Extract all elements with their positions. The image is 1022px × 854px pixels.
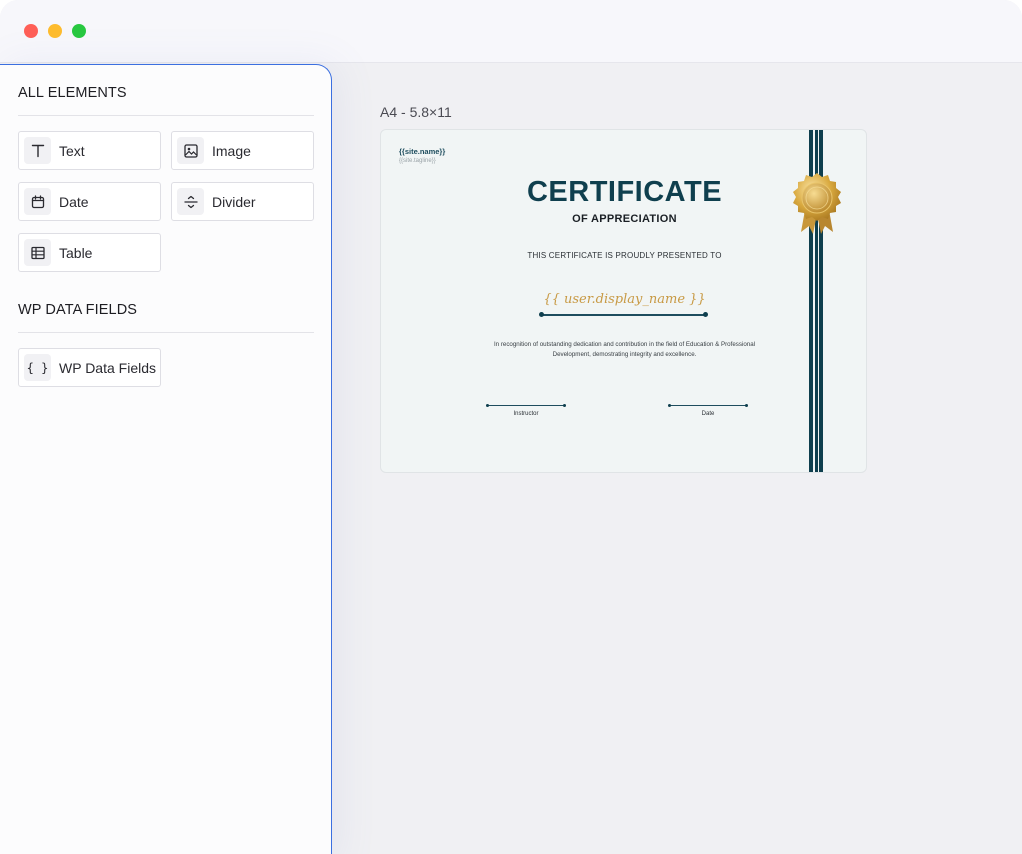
date-signature-line xyxy=(668,404,748,407)
element-label: WP Data Fields xyxy=(59,359,156,376)
certificate-canvas[interactable]: {{site.name}} {{site.tagline}} CERTIFICA… xyxy=(380,129,867,473)
name-underline xyxy=(539,312,708,317)
minimize-window-button[interactable] xyxy=(48,24,62,38)
instructor-signature-line xyxy=(486,404,566,407)
element-label: Divider xyxy=(212,193,256,210)
app-window: ALL ELEMENTS Text Image Date Divider Tab… xyxy=(0,0,1022,854)
recipient-name-field: {{ user.display_name }} xyxy=(543,292,706,307)
presented-to-text: THIS CERTIFICATE IS PROUDLY PRESENTED TO xyxy=(527,251,722,260)
instructor-label: Instructor xyxy=(513,411,539,417)
element-label: Text xyxy=(59,142,85,159)
recognition-text: In recognition of outstanding dedication… xyxy=(493,341,756,358)
section-divider xyxy=(18,115,314,116)
section-divider xyxy=(18,332,314,333)
date-element-button[interactable]: Date xyxy=(18,182,161,221)
site-tagline-text: {{site.tagline}} xyxy=(399,158,436,164)
image-icon xyxy=(177,137,204,164)
wp-data-fields-button[interactable]: { } WP Data Fields xyxy=(18,348,161,387)
certificate-subtitle: OF APPRECIATION xyxy=(572,213,677,225)
element-label: Date xyxy=(59,193,89,210)
text-element-button[interactable]: Text xyxy=(18,131,161,170)
text-icon xyxy=(24,137,51,164)
table-icon xyxy=(24,239,51,266)
certificate-title: CERTIFICATE xyxy=(526,176,723,208)
elements-sidebar: ALL ELEMENTS Text Image Date Divider Tab… xyxy=(0,64,332,854)
close-window-button[interactable] xyxy=(24,24,38,38)
calendar-icon xyxy=(24,188,51,215)
table-element-button[interactable]: Table xyxy=(18,233,161,272)
braces-icon: { } xyxy=(24,354,51,381)
site-name-text: {{site.name}} xyxy=(399,147,446,156)
braces-glyph: { } xyxy=(26,360,49,375)
element-label: Table xyxy=(59,244,93,261)
title-bar xyxy=(0,0,1022,63)
divider-icon xyxy=(177,188,204,215)
image-element-button[interactable]: Image xyxy=(171,131,314,170)
page-size-label: A4 - 5.8×11 xyxy=(380,104,452,120)
divider-element-button[interactable]: Divider xyxy=(171,182,314,221)
maximize-window-button[interactable] xyxy=(72,24,86,38)
date-label: Date xyxy=(701,411,715,417)
wp-data-fields-heading: WP DATA FIELDS xyxy=(18,302,138,318)
all-elements-heading: ALL ELEMENTS xyxy=(18,85,127,101)
element-label: Image xyxy=(212,142,251,159)
canvas-area: A4 - 5.8×11 {{site.name}} {{site.tagline… xyxy=(332,64,1022,854)
